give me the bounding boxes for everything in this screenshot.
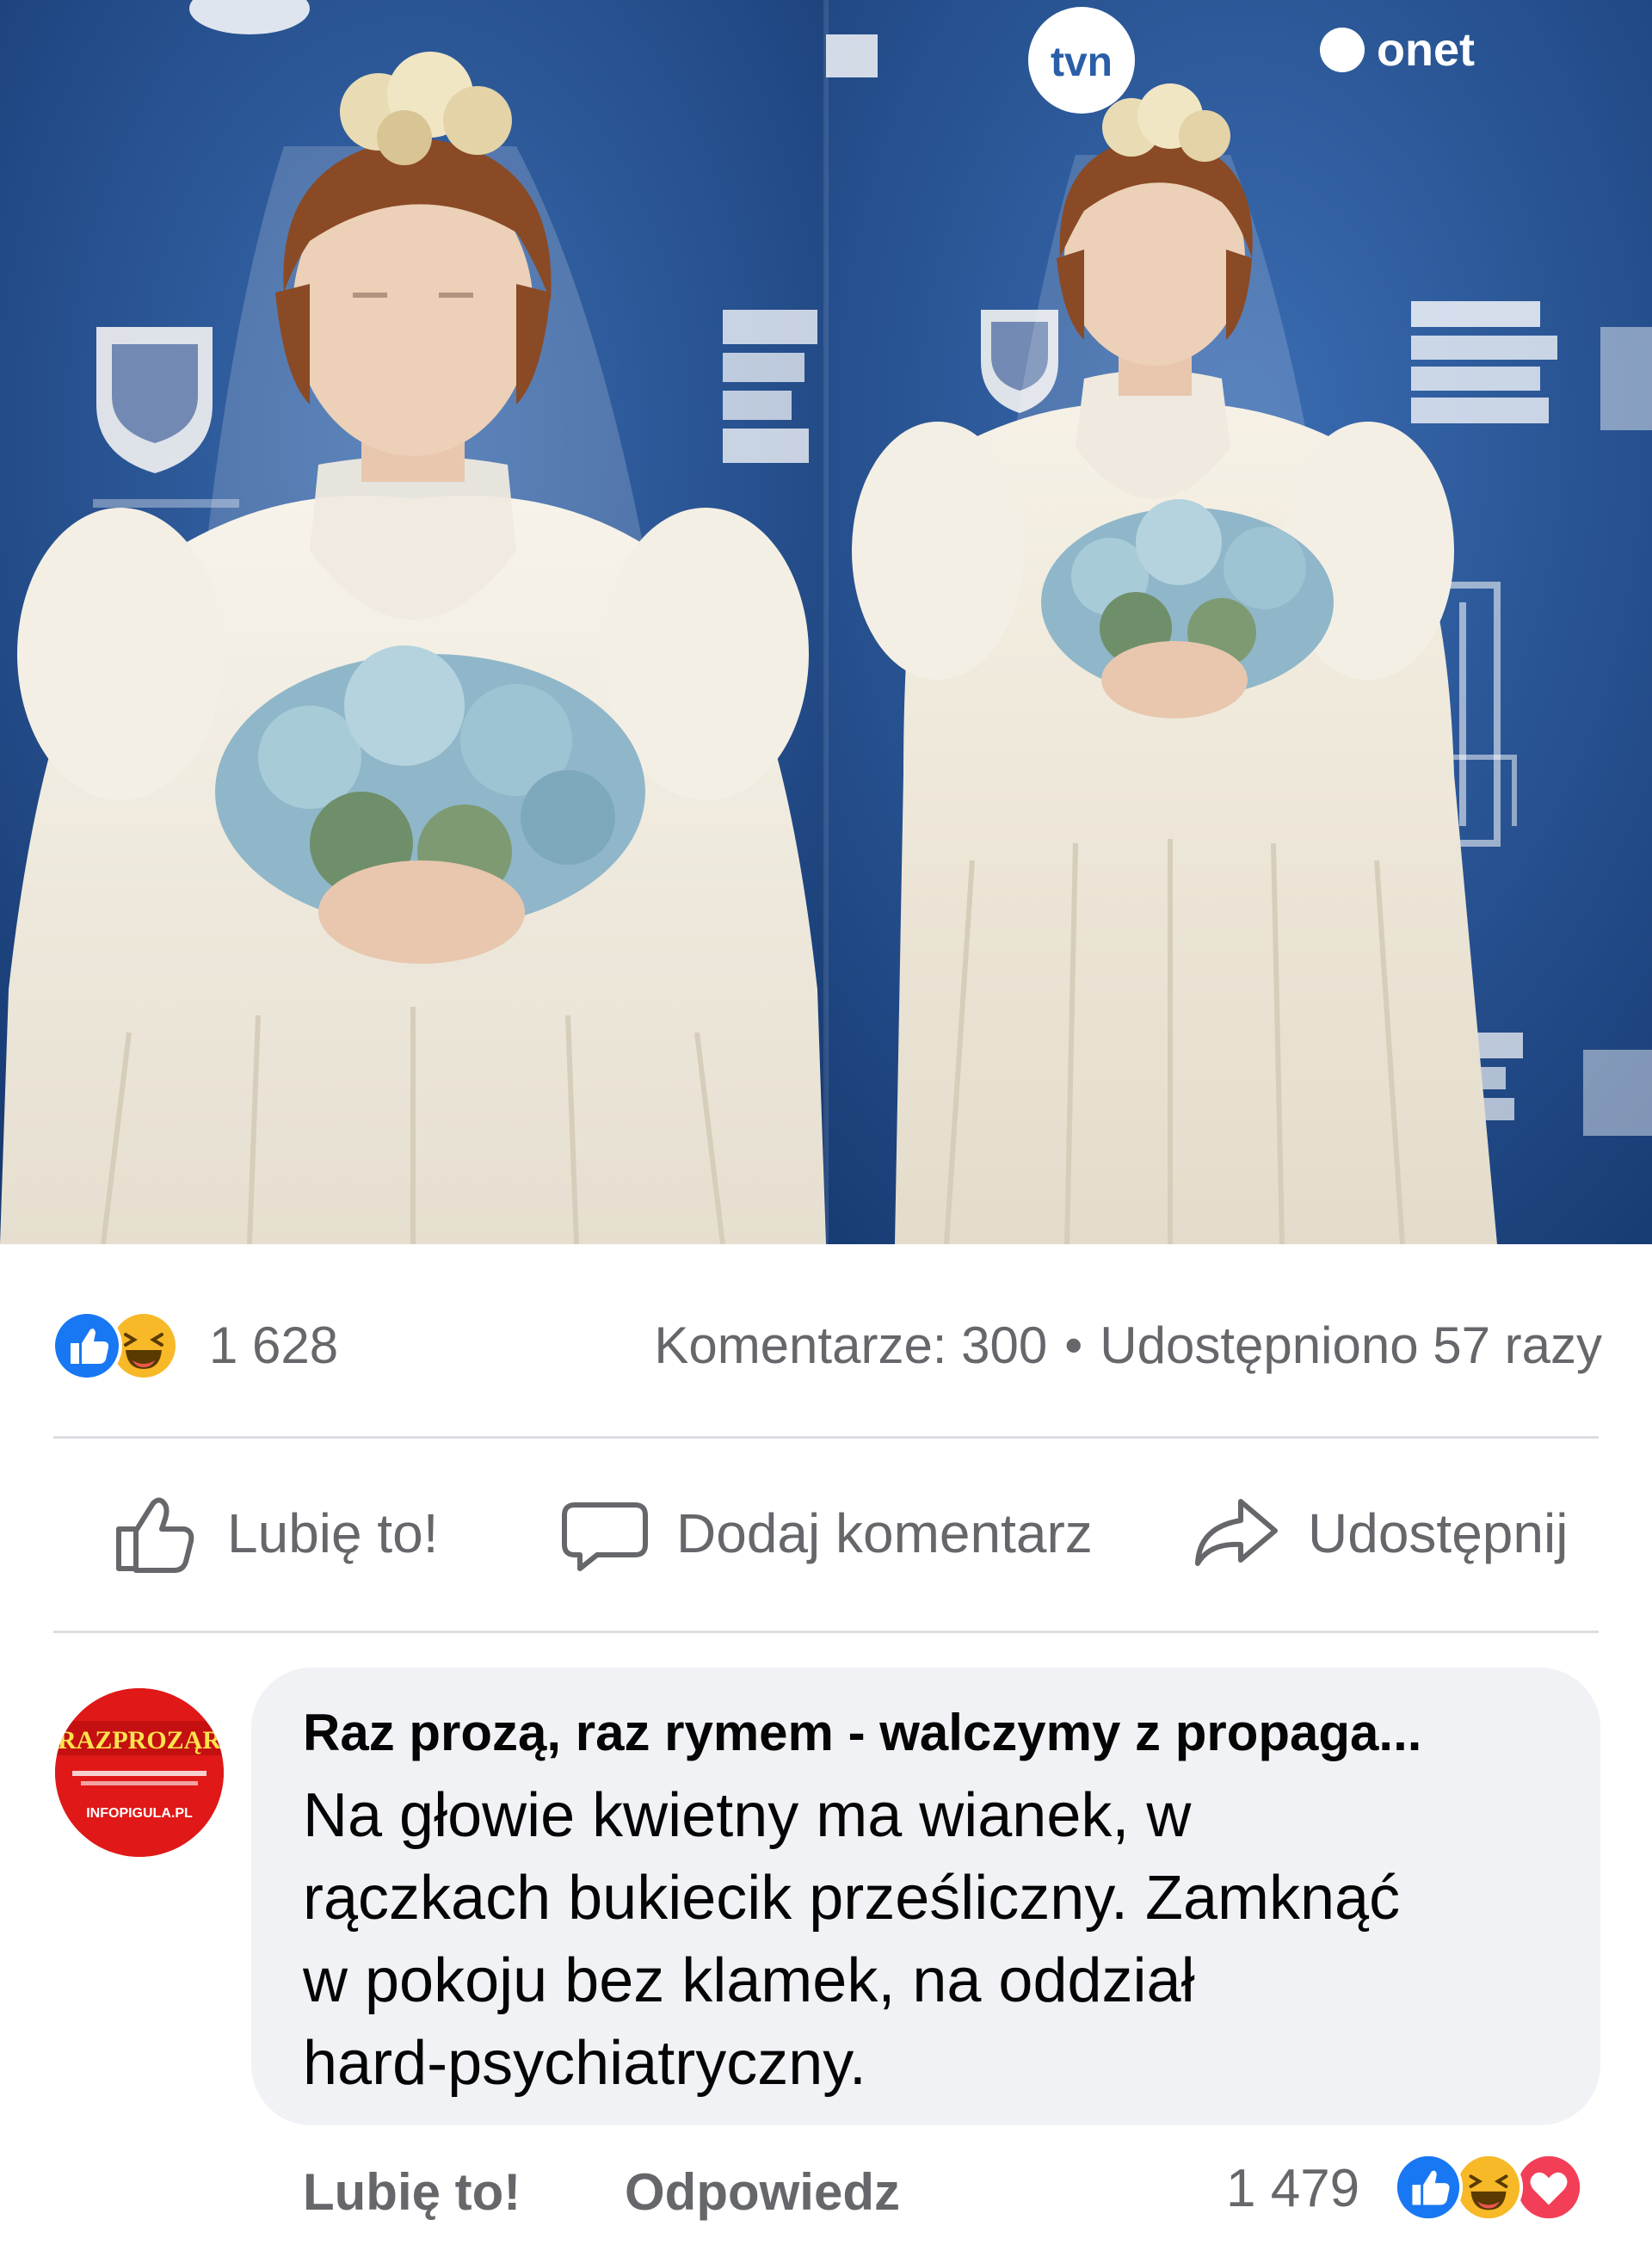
comment-reply-link[interactable]: Odpowiedz <box>625 2158 900 2227</box>
bride-photo-right: tvn onet <box>826 0 1652 1244</box>
photo-right-panel: tvn onet <box>826 0 1652 1244</box>
reaction-count[interactable]: 1 628 <box>209 1310 338 1382</box>
comment-author-name[interactable]: Raz prozą, raz rymem - walczymy z propag… <box>303 1699 1421 1767</box>
thumbs-up-icon <box>116 1497 194 1573</box>
comment-author-avatar[interactable]: RAZPROZĄR INFOPIGULA.PL <box>55 1688 224 1857</box>
comment-text-line: hard-psychiatryczny. <box>303 2029 866 2098</box>
post-stats-row: 1 628 Komentarze: 300 • Udostępniono 57 ra… <box>0 1291 1652 1403</box>
onet-logo: onet <box>1377 24 1475 76</box>
divider <box>53 1631 1599 1633</box>
like-reaction-icon <box>52 1310 122 1381</box>
comment-button[interactable]: Dodaj komentarz <box>558 1482 1093 1585</box>
like-reaction-icon <box>1393 2152 1464 2223</box>
comment-bubble-icon <box>562 1502 648 1571</box>
comment-footer: Lubię to! Odpowiedz 1 479 <box>0 2151 1652 2237</box>
like-button-label: Lubię to! <box>227 1502 439 1564</box>
comment-like-link[interactable]: Lubię to! <box>303 2158 521 2227</box>
share-button[interactable]: Udostępnij <box>1189 1482 1568 1585</box>
like-button[interactable]: Lubię to! <box>108 1482 439 1585</box>
comments-shares-summary: Komentarze: 300 • Udostępniono 57 razy <box>654 1310 1602 1382</box>
comment-reaction-summary[interactable] <box>1392 2151 1607 2223</box>
separator-dot: • <box>1064 1316 1083 1374</box>
photo-divider <box>823 0 829 1244</box>
comment-text-line: Na głowie kwietny ma wianek, w <box>303 1781 1192 1850</box>
post-photo[interactable]: tvn onet <box>0 0 1652 1244</box>
comment-text-line: w pokoju bez klamek, na oddział <box>303 1946 1195 2015</box>
comment-text: Na głowie kwietny ma wianek, w rączkach … <box>303 1774 1542 2105</box>
facebook-post: tvn onet 1 628 Komentarze: 300 • Udostęp… <box>0 0 1652 2263</box>
photo-left-panel <box>0 0 826 1244</box>
razprozar-logo: RAZPROZĄR INFOPIGULA.PL <box>55 1688 224 1857</box>
reaction-summary[interactable] <box>50 1309 196 1383</box>
comment-text-line: rączkach bukiecik prześliczny. Zamknąć <box>303 1864 1401 1933</box>
share-button-label: Udostępnij <box>1308 1502 1569 1564</box>
bride-photo-left <box>0 0 826 1244</box>
comment-button-label: Dodaj komentarz <box>676 1502 1093 1564</box>
post-action-bar: Lubię to! Dodaj komentarz Udostępnij <box>0 1439 1652 1631</box>
comments-count-link[interactable]: Komentarze: 300 <box>654 1316 1047 1374</box>
tvn-logo: tvn <box>1051 40 1113 85</box>
avatar-text-top: RAZPROZĄR <box>58 1726 221 1754</box>
shares-count-link[interactable]: Udostępniono 57 razy <box>1100 1316 1602 1374</box>
comment-bubble: Raz prozą, raz rymem - walczymy z propag… <box>251 1668 1600 2125</box>
avatar-text-bottom: INFOPIGULA.PL <box>86 1806 193 1821</box>
share-arrow-icon <box>1195 1499 1278 1566</box>
comment-reaction-count[interactable]: 1 479 <box>1226 2155 1359 2223</box>
